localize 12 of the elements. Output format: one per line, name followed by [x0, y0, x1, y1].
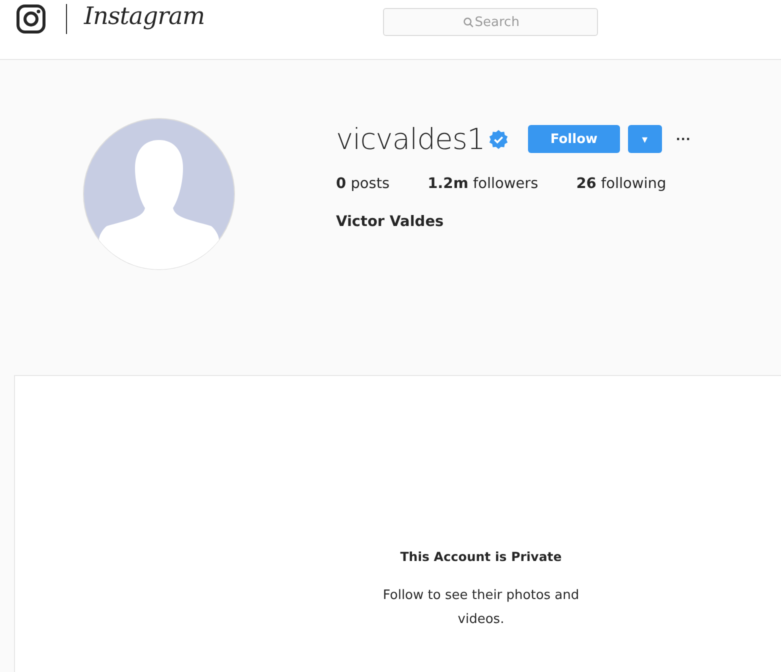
full-name: Victor Valdes: [336, 214, 445, 230]
instagram-logo[interactable]: Instagram: [84, 2, 205, 30]
profile-stat[interactable]: 1.2m followers: [428, 176, 538, 192]
camera-logo-icon[interactable]: [16, 4, 46, 34]
private-message: Follow to see their photos and videos.: [382, 587, 580, 629]
profile-stat[interactable]: 26 following: [576, 176, 666, 192]
search-icon: [462, 17, 474, 28]
more-button[interactable]: ···: [672, 130, 695, 148]
profile-stat[interactable]: 0 posts: [336, 176, 390, 192]
search-field[interactable]: Search: [382, 8, 598, 36]
username: vicvaldes1: [336, 122, 485, 156]
private-title: This Account is Private: [400, 549, 562, 564]
